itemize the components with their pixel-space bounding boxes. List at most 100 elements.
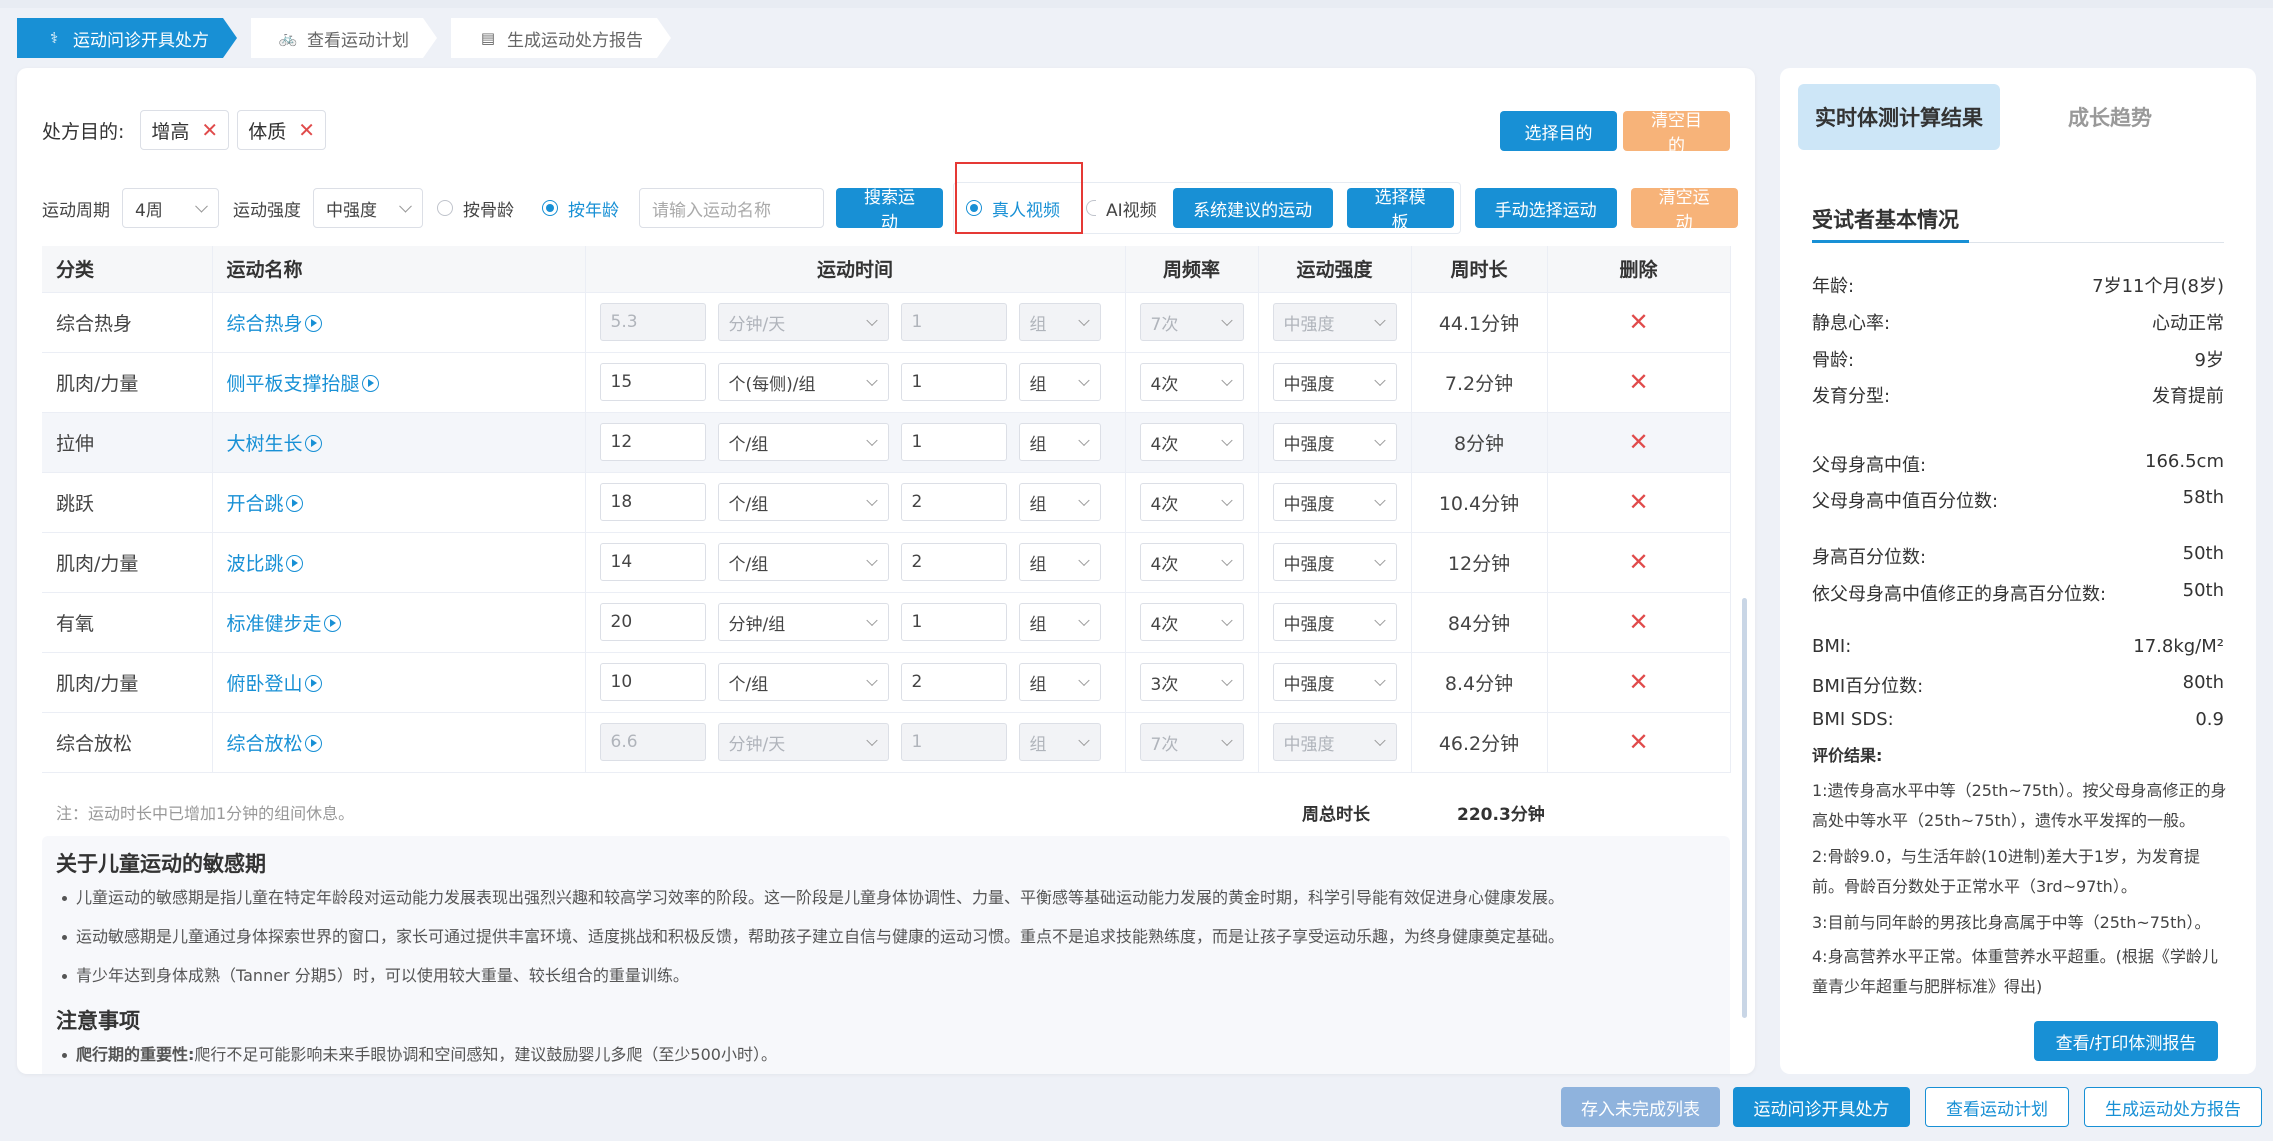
view-plan-button[interactable]: 查看运动计划 bbox=[1925, 1087, 2069, 1127]
clear-exercise-button[interactable]: 清空运动 bbox=[1630, 188, 1738, 232]
delete-icon[interactable]: ✕ bbox=[1628, 608, 1648, 636]
play-icon[interactable] bbox=[304, 734, 322, 752]
amount-input[interactable]: 6.6 bbox=[599, 723, 706, 761]
delete-icon[interactable]: ✕ bbox=[1628, 368, 1648, 396]
delete-icon[interactable]: ✕ bbox=[1628, 668, 1648, 696]
sets-input[interactable]: 1 bbox=[900, 363, 1007, 401]
play-icon[interactable] bbox=[323, 614, 341, 632]
tab-growth-trend[interactable]: 成长趋势 bbox=[2010, 84, 2210, 150]
unit-select[interactable]: 分钟/组 bbox=[717, 603, 889, 641]
intensity-select[interactable]: 中强度 bbox=[1272, 723, 1397, 761]
frequency-select[interactable]: 4次 bbox=[1139, 483, 1244, 521]
exercise-name-link[interactable]: 波比跳 bbox=[212, 532, 586, 593]
scrollbar[interactable] bbox=[1742, 598, 1747, 1018]
unit-select[interactable]: 个/组 bbox=[717, 423, 889, 461]
sets-input[interactable]: 1 bbox=[900, 603, 1007, 641]
amount-input[interactable]: 10 bbox=[599, 663, 706, 701]
frequency-select[interactable]: 7次 bbox=[1139, 303, 1244, 341]
search-input[interactable]: 请输入运动名称 bbox=[639, 188, 824, 228]
prescription-button[interactable]: 运动问诊开具处方 bbox=[1733, 1087, 1910, 1127]
set-unit-select[interactable]: 组 bbox=[1018, 663, 1101, 701]
clear-purpose-button[interactable]: 清空目的 bbox=[1623, 111, 1730, 155]
generate-report-button[interactable]: 生成运动处方报告 bbox=[2084, 1087, 2262, 1127]
intensity-select[interactable]: 中强度 bbox=[1272, 663, 1397, 701]
intensity-select[interactable]: 中强度 bbox=[1272, 603, 1397, 641]
radio-bone-age[interactable]: 按骨龄 bbox=[437, 196, 514, 221]
chevron-down-icon bbox=[1373, 374, 1386, 387]
select-template-button[interactable]: 选择模板 bbox=[1346, 188, 1454, 232]
exercise-name-link[interactable]: 俯卧登山 bbox=[212, 652, 586, 713]
set-unit-select[interactable]: 组 bbox=[1018, 543, 1101, 581]
unit-select[interactable]: 分钟/天 bbox=[717, 723, 889, 761]
delete-icon[interactable]: ✕ bbox=[1628, 728, 1648, 756]
select-purpose-button[interactable]: 选择目的 bbox=[1500, 111, 1617, 151]
sets-input[interactable]: 1 bbox=[900, 723, 1007, 761]
manual-select-button[interactable]: 手动选择运动 bbox=[1474, 188, 1617, 228]
play-icon[interactable] bbox=[304, 434, 322, 452]
set-unit-select[interactable]: 组 bbox=[1018, 303, 1101, 341]
frequency-select[interactable]: 4次 bbox=[1139, 603, 1244, 641]
delete-icon[interactable]: ✕ bbox=[1628, 428, 1648, 456]
sets-input[interactable]: 2 bbox=[900, 543, 1007, 581]
unit-select[interactable]: 个(每侧)/组 bbox=[717, 363, 889, 401]
play-icon[interactable] bbox=[304, 674, 322, 692]
search-button[interactable]: 搜索运动 bbox=[836, 188, 943, 232]
exercise-name-link[interactable]: 综合放松 bbox=[212, 712, 586, 773]
radio-age[interactable]: 按年龄 bbox=[542, 196, 619, 221]
amount-input[interactable]: 14 bbox=[599, 543, 706, 581]
frequency-select[interactable]: 4次 bbox=[1139, 423, 1244, 461]
play-icon[interactable] bbox=[285, 494, 303, 512]
intensity-select[interactable]: 中强度 bbox=[1272, 543, 1397, 581]
sets-input[interactable]: 2 bbox=[900, 663, 1007, 701]
exercise-name-link[interactable]: 侧平板支撑抬腿 bbox=[212, 352, 586, 413]
intensity-select[interactable]: 中强度 bbox=[1272, 483, 1397, 521]
close-icon[interactable]: ✕ bbox=[298, 118, 315, 142]
tab-realtime-results[interactable]: 实时体测计算结果 bbox=[1798, 84, 2000, 150]
exercise-name-link[interactable]: 综合热身 bbox=[212, 292, 586, 353]
intensity-select[interactable]: 中强度 bbox=[313, 188, 423, 228]
unit-select[interactable]: 分钟/天 bbox=[717, 303, 889, 341]
intensity-select[interactable]: 中强度 bbox=[1272, 363, 1397, 401]
step-report[interactable]: ▤ 生成运动处方报告 bbox=[451, 18, 671, 58]
play-icon[interactable] bbox=[285, 554, 303, 572]
amount-input[interactable]: 15 bbox=[599, 363, 706, 401]
period-select[interactable]: 4周 bbox=[122, 188, 219, 228]
amount-input[interactable]: 18 bbox=[599, 483, 706, 521]
play-icon[interactable] bbox=[361, 374, 379, 392]
unit-select[interactable]: 个/组 bbox=[717, 663, 889, 701]
delete-icon[interactable]: ✕ bbox=[1628, 308, 1648, 336]
save-unfinished-button[interactable]: 存入未完成列表 bbox=[1561, 1087, 1720, 1127]
exercise-name-link[interactable]: 标准健步走 bbox=[212, 592, 586, 653]
set-unit-select[interactable]: 组 bbox=[1018, 603, 1101, 641]
amount-input[interactable]: 20 bbox=[599, 603, 706, 641]
sets-input[interactable]: 1 bbox=[900, 303, 1007, 341]
close-icon[interactable]: ✕ bbox=[201, 118, 218, 142]
intensity-select[interactable]: 中强度 bbox=[1272, 303, 1397, 341]
play-icon[interactable] bbox=[304, 314, 322, 332]
suggest-exercise-button[interactable]: 系统建议的运动 bbox=[1172, 188, 1333, 228]
intensity-select[interactable]: 中强度 bbox=[1272, 423, 1397, 461]
sets-input[interactable]: 1 bbox=[900, 423, 1007, 461]
amount-input[interactable]: 5.3 bbox=[599, 303, 706, 341]
set-unit-select[interactable]: 组 bbox=[1018, 423, 1101, 461]
delete-icon[interactable]: ✕ bbox=[1628, 548, 1648, 576]
frequency-select[interactable]: 7次 bbox=[1139, 723, 1244, 761]
radio-ai-video[interactable]: AI视频 bbox=[1086, 196, 1157, 221]
print-report-button[interactable]: 查看/打印体测报告 bbox=[2034, 1021, 2218, 1061]
delete-icon[interactable]: ✕ bbox=[1628, 488, 1648, 516]
time-cell: 12 个/组 1 组 bbox=[585, 412, 1126, 473]
sets-input[interactable]: 2 bbox=[900, 483, 1007, 521]
frequency-select[interactable]: 4次 bbox=[1139, 363, 1244, 401]
frequency-select[interactable]: 4次 bbox=[1139, 543, 1244, 581]
unit-select[interactable]: 个/组 bbox=[717, 543, 889, 581]
frequency-select[interactable]: 3次 bbox=[1139, 663, 1244, 701]
set-unit-select[interactable]: 组 bbox=[1018, 723, 1101, 761]
exercise-name-link[interactable]: 开合跳 bbox=[212, 472, 586, 533]
step-plan[interactable]: 🚲 查看运动计划 bbox=[251, 18, 437, 58]
set-unit-select[interactable]: 组 bbox=[1018, 483, 1101, 521]
set-unit-select[interactable]: 组 bbox=[1018, 363, 1101, 401]
step-prescription[interactable]: ⚕ 运动问诊开具处方 bbox=[17, 18, 237, 58]
unit-select[interactable]: 个/组 bbox=[717, 483, 889, 521]
exercise-name-link[interactable]: 大树生长 bbox=[212, 412, 586, 473]
amount-input[interactable]: 12 bbox=[599, 423, 706, 461]
